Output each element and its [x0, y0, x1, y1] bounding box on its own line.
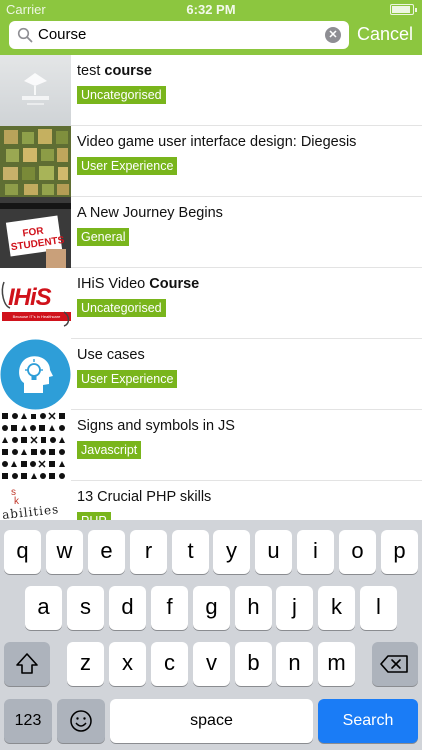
coursepad-logo-icon	[22, 73, 49, 105]
key-o[interactable]: o	[339, 530, 376, 574]
clock: 6:32 PM	[186, 2, 236, 17]
shift-arrow-icon	[16, 653, 38, 674]
key-u[interactable]: u	[255, 530, 292, 574]
result-title: test course	[77, 63, 152, 79]
category-badge[interactable]: Javascript	[77, 441, 142, 459]
thumbnail-image: IHiS Because IT's in Healthcare	[0, 268, 71, 339]
result-title: Signs and symbols in JS	[77, 418, 235, 434]
list-item[interactable]: IHiS Because IT's in Healthcare IHiS Vid…	[0, 268, 422, 339]
search-results-list: test course Uncategorised Video game use…	[0, 55, 422, 520]
space-key[interactable]: space	[110, 699, 313, 743]
list-item[interactable]: Video game user interface design: Dieges…	[0, 126, 422, 197]
onscreen-keyboard: q w e r t y u i o p a s d f g h j k l z …	[0, 520, 422, 750]
emoji-icon	[70, 710, 92, 732]
key-n[interactable]: n	[276, 642, 313, 686]
clear-search-icon[interactable]: ✕	[325, 27, 341, 43]
key-h[interactable]: h	[235, 586, 272, 630]
shift-key[interactable]	[4, 642, 50, 686]
key-r[interactable]: r	[130, 530, 167, 574]
search-icon	[17, 27, 33, 43]
key-f[interactable]: f	[151, 586, 188, 630]
stethoscope-icon	[1, 281, 70, 327]
backspace-key[interactable]	[372, 642, 418, 686]
key-g[interactable]: g	[193, 586, 230, 630]
key-b[interactable]: b	[235, 642, 272, 686]
battery-icon	[390, 4, 417, 15]
list-item[interactable]: test course Uncategorised	[0, 55, 422, 126]
key-i[interactable]: i	[297, 530, 334, 574]
list-item[interactable]: Use cases User Experience	[0, 339, 422, 410]
result-title: Use cases	[77, 347, 145, 363]
lightbulb-head-icon	[0, 339, 71, 410]
backspace-icon	[380, 655, 408, 673]
list-item[interactable]: abilities s k 13 Crucial PHP skills PHP	[0, 481, 422, 520]
emoji-key[interactable]	[57, 699, 105, 743]
search-header: Carrier 6:32 PM Course ✕ Cancel	[0, 0, 422, 55]
key-y[interactable]: y	[213, 530, 250, 574]
key-j[interactable]: j	[276, 586, 313, 630]
symbols-grid-icon	[2, 412, 65, 479]
thumbnail-image	[0, 339, 71, 410]
key-w[interactable]: w	[46, 530, 83, 574]
result-title: 13 Crucial PHP skills	[77, 489, 212, 505]
category-badge[interactable]: General	[77, 228, 130, 246]
search-input[interactable]: Course ✕	[9, 21, 349, 49]
key-a[interactable]: a	[25, 586, 62, 630]
result-title: A New Journey Begins	[77, 205, 223, 221]
thumbnail-image	[0, 126, 71, 197]
result-title: IHiS Video Course	[77, 276, 200, 292]
thumbnail-image: FOR STUDENTS	[0, 197, 71, 268]
thumbnail-image	[0, 410, 71, 481]
category-badge[interactable]: User Experience	[77, 370, 178, 388]
category-badge[interactable]: PHP	[77, 512, 111, 520]
key-k[interactable]: k	[318, 586, 355, 630]
search-key[interactable]: Search	[318, 699, 418, 743]
thumbnail-image	[0, 55, 71, 126]
key-e[interactable]: e	[88, 530, 125, 574]
list-item[interactable]: Signs and symbols in JS Javascript	[0, 410, 422, 481]
key-p[interactable]: p	[381, 530, 418, 574]
game-screenshot-icon	[0, 126, 71, 197]
category-badge[interactable]: User Experience	[77, 157, 178, 175]
thumbnail-image: abilities s k	[0, 481, 71, 520]
category-badge[interactable]: Uncategorised	[77, 86, 166, 104]
key-x[interactable]: x	[109, 642, 146, 686]
category-badge[interactable]: Uncategorised	[77, 299, 166, 317]
key-t[interactable]: t	[172, 530, 209, 574]
skills-letter-k: k	[14, 496, 19, 507]
list-item[interactable]: FOR STUDENTS A New Journey Begins Genera…	[0, 197, 422, 268]
key-v[interactable]: v	[193, 642, 230, 686]
numbers-key[interactable]: 123	[4, 699, 52, 743]
key-s[interactable]: s	[67, 586, 104, 630]
key-c[interactable]: c	[151, 642, 188, 686]
key-z[interactable]: z	[67, 642, 104, 686]
key-d[interactable]: d	[109, 586, 146, 630]
key-q[interactable]: q	[4, 530, 41, 574]
key-l[interactable]: l	[360, 586, 397, 630]
key-m[interactable]: m	[318, 642, 355, 686]
cancel-button[interactable]: Cancel	[357, 24, 413, 45]
skills-blocks-text: abilities	[1, 502, 60, 520]
status-bar: Carrier 6:32 PM	[0, 0, 422, 20]
search-input-value: Course	[38, 26, 87, 43]
result-title: Video game user interface design: Dieges…	[77, 134, 357, 150]
